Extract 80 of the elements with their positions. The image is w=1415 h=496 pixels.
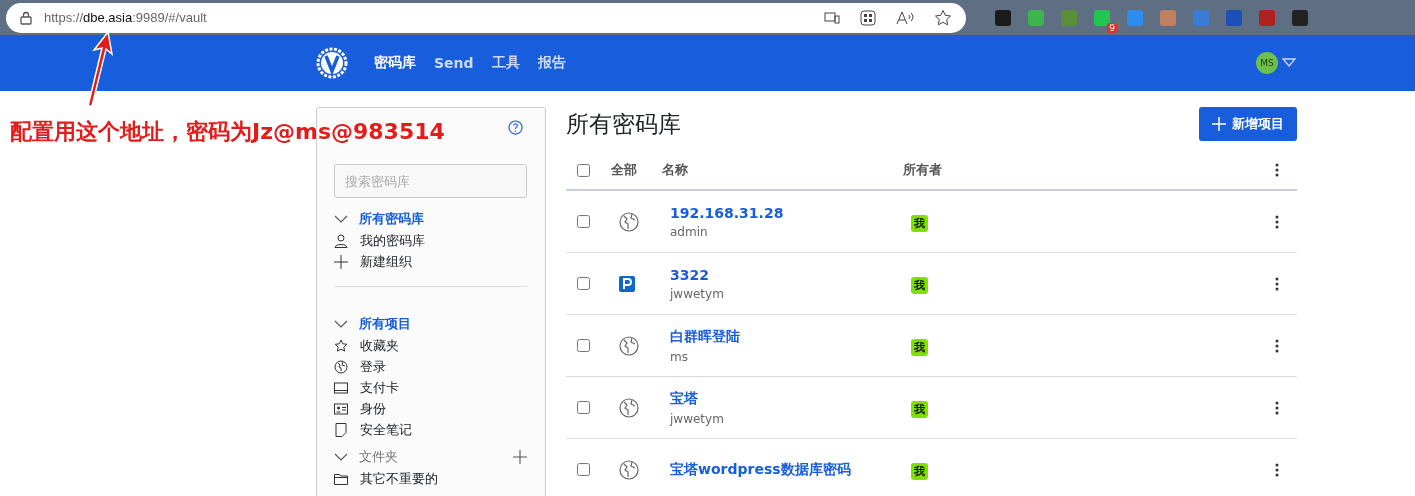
globe-icon xyxy=(619,211,639,232)
row-checkbox[interactable] xyxy=(577,215,590,228)
owner-badge: 我 xyxy=(911,339,928,356)
filter-item[interactable]: 其它不重要的 xyxy=(360,469,438,488)
item-name-link[interactable]: 192.168.31.28 xyxy=(670,204,911,221)
filter-item[interactable]: 我的密码库 xyxy=(360,231,425,250)
filter-item[interactable]: 登录 xyxy=(360,357,386,376)
nav-link[interactable]: 工具 xyxy=(491,54,520,72)
item-username: jwwetym xyxy=(670,286,725,301)
select-all-checkbox[interactable] xyxy=(577,163,590,177)
more-icon[interactable] xyxy=(1275,276,1279,291)
row-checkbox[interactable] xyxy=(577,339,590,352)
item-name-link[interactable]: 白群晖登陆 xyxy=(670,327,911,346)
folder-icon xyxy=(334,472,348,485)
item-username: admin xyxy=(670,224,709,239)
globe-icon xyxy=(619,335,639,356)
apps-icon[interactable] xyxy=(860,9,876,26)
add-item-button[interactable]: 新增项目 xyxy=(1199,107,1297,141)
filter-item[interactable]: 身份 xyxy=(360,399,386,418)
logo-icon[interactable] xyxy=(316,47,348,79)
column-header: 全部 xyxy=(611,161,637,179)
item-name-link[interactable]: 宝塔 xyxy=(670,389,911,408)
more-icon[interactable] xyxy=(1275,214,1279,229)
owner-badge: 我 xyxy=(911,463,928,480)
note-icon xyxy=(334,422,348,437)
chevron-icon[interactable] xyxy=(334,215,348,223)
globe-icon xyxy=(334,359,348,374)
filter-item[interactable]: 支付卡 xyxy=(360,378,399,397)
more-icon[interactable] xyxy=(1275,338,1279,353)
plus-icon xyxy=(334,254,348,269)
plus-icon xyxy=(1212,117,1226,131)
item-username: ms xyxy=(670,349,689,364)
nav-link[interactable]: Send xyxy=(434,55,474,71)
row-checkbox[interactable] xyxy=(577,401,590,414)
row-checkbox[interactable] xyxy=(577,463,590,476)
owner-badge: 我 xyxy=(911,401,928,418)
item-name-link[interactable]: 宝塔wordpress数据库密码 xyxy=(670,460,911,479)
caret-icon[interactable] xyxy=(1282,58,1296,68)
item-username: jwwetym xyxy=(670,411,725,426)
column-header: 名称 xyxy=(662,162,688,177)
lock-icon xyxy=(20,10,32,25)
help-icon[interactable] xyxy=(508,120,523,135)
annotation-text: 配置用这个地址，密码为Jz@ms@983514 xyxy=(10,118,445,146)
extension-badge: 9 xyxy=(1107,22,1117,33)
search-field[interactable]: 搜索密码库 xyxy=(334,164,527,198)
extension-icon[interactable] xyxy=(1093,8,1111,27)
section-title[interactable]: 所有项目 xyxy=(359,315,411,333)
row-checkbox[interactable] xyxy=(577,277,590,290)
filter-item[interactable]: 收藏夹 xyxy=(360,336,399,355)
extension-icon[interactable] xyxy=(994,8,1012,27)
filter-item[interactable]: 安全笔记 xyxy=(360,420,412,439)
more-icon[interactable] xyxy=(1275,462,1279,477)
item-name-link[interactable]: 3322 xyxy=(670,266,911,283)
more-icon[interactable] xyxy=(1275,400,1279,415)
owner-badge: 我 xyxy=(911,277,928,294)
star-icon xyxy=(334,338,348,353)
page-title: 所有密码库 xyxy=(566,109,681,139)
add-icon[interactable] xyxy=(513,450,527,464)
person-icon xyxy=(334,233,348,248)
address-url[interactable]: https://dbe.asia:9989/#/vault xyxy=(44,10,207,25)
chevron-icon[interactable] xyxy=(334,453,348,461)
extension-icon[interactable] xyxy=(1291,8,1309,27)
chevron-icon[interactable] xyxy=(334,320,348,328)
id-card-icon xyxy=(334,402,348,415)
nav-link[interactable]: 报告 xyxy=(537,54,566,72)
parking-icon xyxy=(619,275,635,292)
filter-item[interactable]: 新建组织 xyxy=(360,252,412,271)
card-icon xyxy=(334,381,348,394)
owner-badge: 我 xyxy=(911,215,928,232)
device-icon[interactable] xyxy=(824,9,840,26)
avatar[interactable]: MS xyxy=(1256,52,1278,74)
section-title[interactable]: 所有密码库 xyxy=(359,210,424,228)
section-title[interactable]: 文件夹 xyxy=(359,448,398,466)
read-aloud-icon[interactable] xyxy=(896,9,914,26)
globe-icon xyxy=(619,397,639,418)
column-header: 所有者 xyxy=(903,162,942,177)
star-icon[interactable] xyxy=(934,8,952,27)
nav-link[interactable]: 密码库 xyxy=(374,54,416,72)
globe-icon xyxy=(619,459,639,480)
more-icon[interactable] xyxy=(1275,163,1279,177)
